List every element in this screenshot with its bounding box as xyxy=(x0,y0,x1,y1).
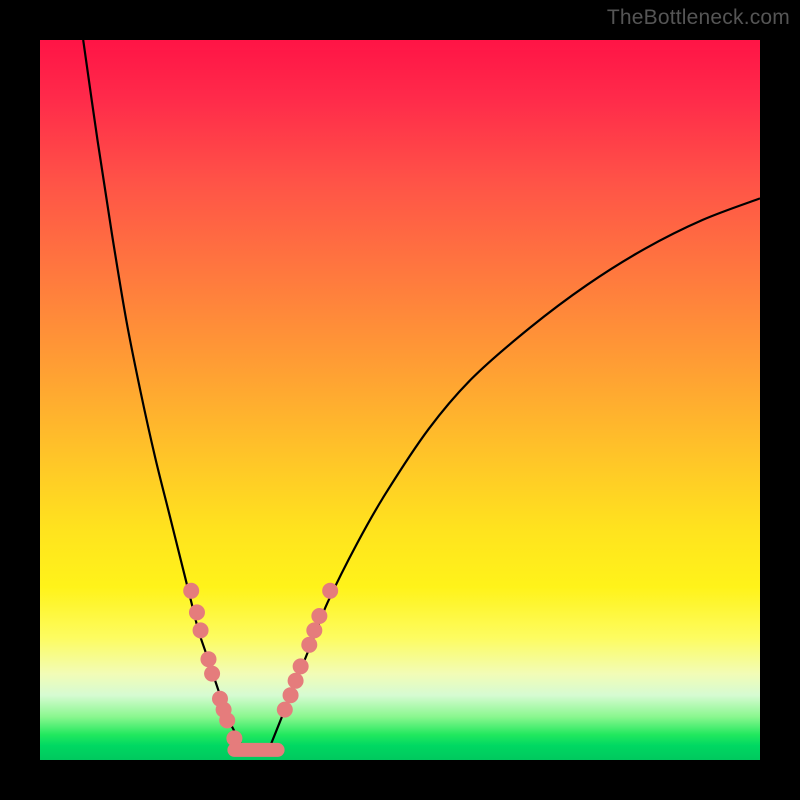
marker-dot xyxy=(288,673,304,689)
marker-dot xyxy=(219,712,235,728)
marker-dot xyxy=(301,637,317,653)
marker-dot xyxy=(283,687,299,703)
marker-dot xyxy=(311,608,327,624)
marker-dot xyxy=(183,583,199,599)
marker-dots xyxy=(183,583,338,747)
marker-dot xyxy=(226,730,242,746)
marker-dot xyxy=(277,702,293,718)
curve-right-branch xyxy=(270,198,760,745)
marker-dot xyxy=(293,658,309,674)
marker-dot xyxy=(204,666,220,682)
marker-dot xyxy=(306,622,322,638)
curve-left-branch xyxy=(83,40,241,746)
marker-dot xyxy=(193,622,209,638)
marker-dot xyxy=(322,583,338,599)
chart-frame: TheBottleneck.com xyxy=(0,0,800,800)
marker-dot xyxy=(189,604,205,620)
watermark-text: TheBottleneck.com xyxy=(607,6,790,30)
chart-overlay xyxy=(40,40,760,760)
marker-dot xyxy=(200,651,216,667)
